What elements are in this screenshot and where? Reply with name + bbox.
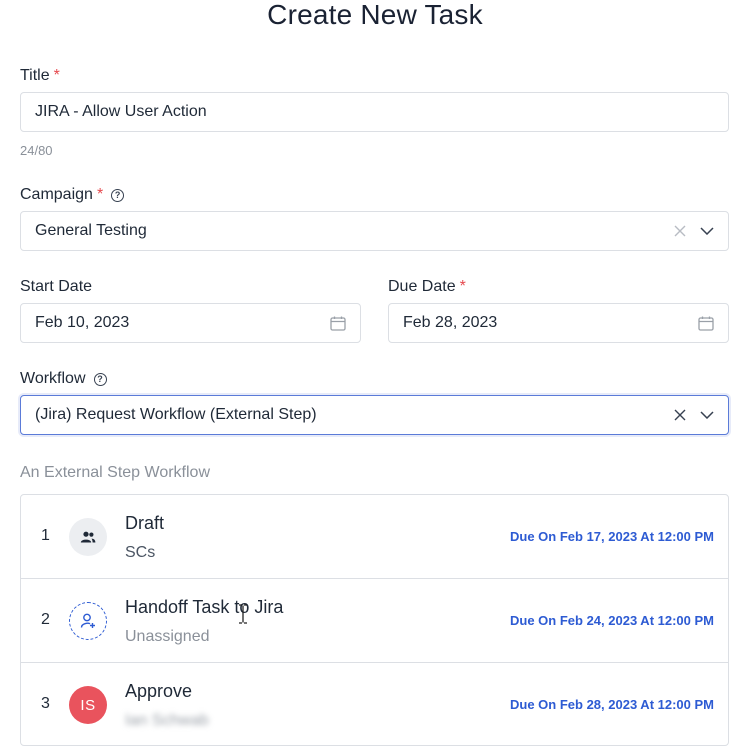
start-date-value: Feb 10, 2023 (35, 314, 130, 331)
page-title: Create New Task (267, 0, 483, 30)
help-icon[interactable]: ? (111, 188, 125, 202)
campaign-label-text: Campaign (20, 186, 93, 203)
workflow-label-text: Workflow (20, 370, 86, 387)
required-mark: * (459, 278, 466, 295)
step-assignee: Ian Schwab (125, 712, 209, 729)
step-number: 1 (41, 527, 50, 544)
due-date-label-text: Due Date (388, 278, 456, 295)
step-name: Handoff Task to Jira (125, 597, 284, 617)
due-date-label: Due Date * (388, 277, 466, 297)
calendar-icon[interactable] (330, 316, 346, 331)
step-assignee: Unassigned (125, 628, 210, 645)
chevron-down-icon[interactable] (700, 227, 714, 235)
step-name: Draft (125, 513, 165, 533)
workflow-label: Workflow ? (20, 369, 107, 389)
chevron-down-icon[interactable] (700, 411, 714, 419)
title-input[interactable]: JIRA - Allow User Action (20, 92, 729, 132)
group-icon (69, 518, 107, 556)
avatar: IS (69, 686, 107, 724)
clear-icon[interactable] (674, 409, 686, 421)
title-input-value: JIRA - Allow User Action (35, 103, 207, 120)
step-due-date: Due On Feb 24, 2023 At 12:00 PM (510, 613, 714, 628)
help-icon[interactable]: ? (93, 372, 107, 386)
due-date-value: Feb 28, 2023 (403, 314, 498, 331)
step-number: 3 (41, 695, 50, 712)
step-due-date: Due On Feb 28, 2023 At 12:00 PM (510, 697, 714, 712)
workflow-step[interactable]: 3 IS Approve Ian Schwab Due On Feb 28, 2… (21, 663, 728, 745)
required-mark: * (53, 67, 60, 84)
workflow-steps-list: 1 Draft SCs Due On Feb 17, 2023 At 12:00… (20, 494, 729, 746)
campaign-select-value: General Testing (35, 222, 147, 239)
campaign-select[interactable]: General Testing (20, 211, 729, 251)
calendar-icon[interactable] (698, 316, 714, 331)
workflow-select-value: (Jira) Request Workflow (External Step) (35, 406, 317, 423)
start-date-label: Start Date (20, 277, 92, 297)
clear-icon[interactable] (674, 225, 686, 237)
title-label: Title * (20, 66, 60, 86)
due-date-input[interactable]: Feb 28, 2023 (388, 303, 729, 343)
step-name: Approve (125, 681, 193, 701)
step-due-date: Due On Feb 17, 2023 At 12:00 PM (510, 529, 714, 544)
step-assignee: SCs (125, 544, 156, 561)
start-date-input[interactable]: Feb 10, 2023 (20, 303, 361, 343)
workflow-step[interactable]: 1 Draft SCs Due On Feb 17, 2023 At 12:00… (21, 495, 728, 579)
workflow-step[interactable]: 2 Handoff Task to Jira Unassigned Due On… (21, 579, 728, 663)
title-label-text: Title (20, 67, 50, 84)
text-cursor-icon (238, 604, 248, 629)
character-counter: 24/80 (20, 143, 53, 158)
campaign-label: Campaign * ? (20, 185, 125, 205)
start-date-label-text: Start Date (20, 278, 93, 295)
workflow-description: An External Step Workflow (20, 464, 211, 481)
step-number: 2 (41, 611, 50, 628)
required-mark: * (96, 186, 104, 203)
add-user-icon[interactable] (69, 602, 107, 640)
workflow-select[interactable]: (Jira) Request Workflow (External Step) (20, 395, 729, 435)
